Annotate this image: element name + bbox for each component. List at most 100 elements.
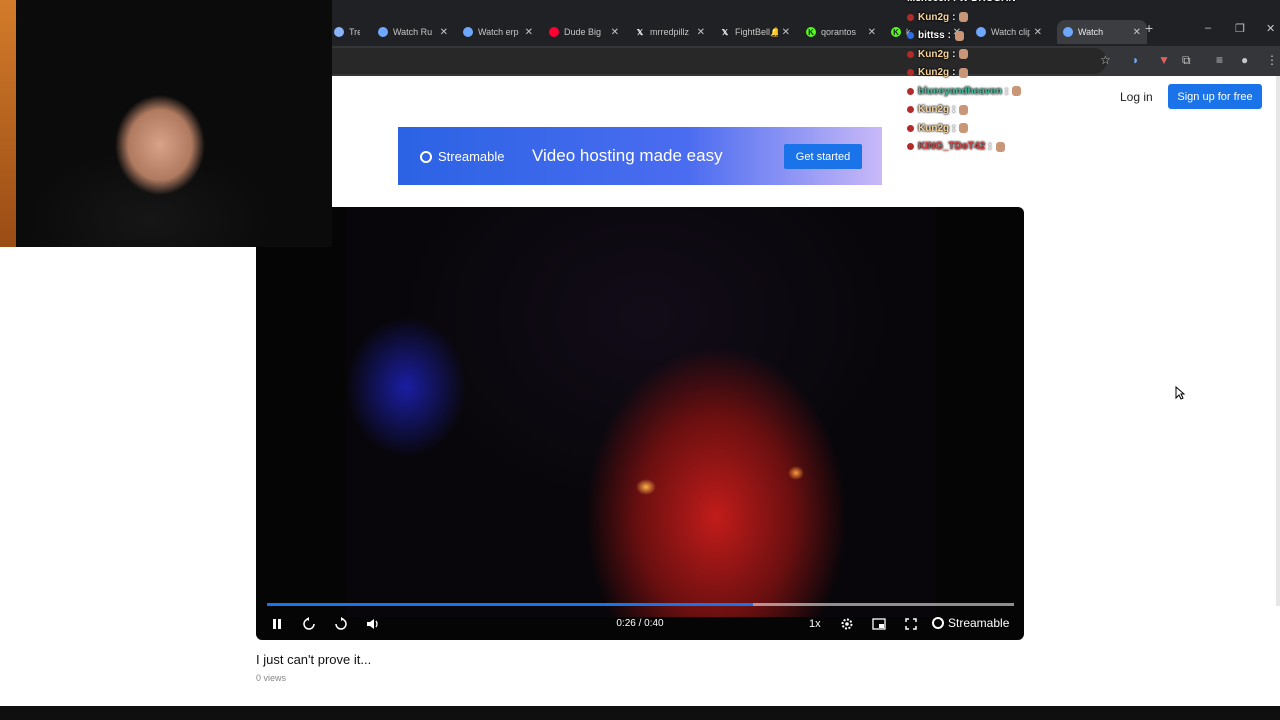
restore-button[interactable]: ❐	[1235, 22, 1245, 35]
close-tab-icon[interactable]: ✕	[1133, 27, 1141, 38]
close-window-button[interactable]: ✕	[1266, 22, 1275, 35]
browser-tab-label: FightBell🔔	[735, 26, 778, 37]
video-title: I just can't prove it...	[256, 652, 372, 667]
kick-tab-icon: K	[806, 27, 816, 37]
settings-button[interactable]	[839, 617, 855, 631]
rewind-button[interactable]	[301, 617, 317, 631]
bookmark-star-icon[interactable]: ☆	[1100, 53, 1111, 67]
chat-badge-icon	[907, 87, 914, 95]
chat-username: Kun2g	[918, 67, 950, 78]
browser-tab[interactable]: Dude Big ✕	[549, 20, 619, 44]
video-player[interactable]: 0:26 / 0:40 1x Streamable	[256, 207, 1024, 640]
mouse-cursor-icon	[1175, 386, 1185, 400]
browser-tab[interactable]: 𝕏 FightBell🔔 ✕	[720, 20, 790, 44]
extensions-puzzle-icon[interactable]: ⧉	[1182, 53, 1191, 68]
browser-tab-label: Watch Ru	[393, 27, 433, 37]
streamable-tab-icon	[1063, 27, 1073, 37]
chat-text: :	[952, 67, 956, 78]
chat-text: :	[952, 48, 956, 60]
page-scrollbar[interactable]	[1276, 76, 1280, 606]
close-tab-icon[interactable]: ✕	[868, 27, 876, 38]
playback-speed-button[interactable]: 1x	[809, 617, 821, 631]
signup-button[interactable]: Sign up for free	[1168, 84, 1262, 109]
chat-username: bittss	[918, 30, 945, 41]
progress-bar[interactable]	[267, 603, 1014, 606]
get-started-button[interactable]: Get started	[784, 144, 862, 169]
chat-message: bittss:	[907, 30, 965, 41]
youtube-tab-icon	[549, 27, 559, 37]
forward-button[interactable]	[333, 617, 349, 631]
chat-badge-icon	[907, 124, 914, 132]
chat-text: :	[947, 30, 952, 41]
close-tab-icon[interactable]: ✕	[611, 27, 619, 38]
extension-icon[interactable]: ◗	[1132, 53, 1139, 67]
pip-button[interactable]	[871, 617, 887, 631]
fullscreen-button[interactable]	[903, 617, 919, 631]
chat-badge-icon	[907, 32, 914, 39]
chat-badge-icon	[907, 143, 914, 150]
chat-emote-icon	[959, 67, 969, 78]
kick-tab-icon: K	[891, 27, 901, 37]
player-brand-label: Streamable	[948, 616, 1010, 630]
streamable-logo: Streamable	[420, 149, 504, 164]
overlay-white-panel	[5, 247, 256, 720]
chat-username: lilsheech	[907, 0, 950, 4]
chat-username: Kun2g	[918, 11, 950, 23]
video-frame[interactable]	[346, 207, 936, 617]
close-tab-icon[interactable]: ✕	[782, 27, 790, 38]
browser-tab-label: Dude Big	[564, 27, 602, 37]
chat-message: Kun2g:	[907, 67, 969, 78]
browser-tab-label: Watch erp	[478, 27, 519, 37]
browser-tab[interactable]: Watch Ru ✕	[378, 20, 448, 44]
chat-text: :	[952, 122, 956, 134]
chat-message: Kun2g:	[907, 104, 969, 115]
chat-text: :	[952, 104, 956, 115]
browser-tab[interactable]: Trey	[334, 20, 360, 44]
webcam-light-strip	[0, 0, 16, 247]
close-tab-icon[interactable]: ✕	[440, 27, 448, 38]
chat-message: KING_TDoT42:	[907, 141, 1005, 152]
chat-emote-icon	[995, 141, 1005, 152]
chat-emote-icon	[955, 30, 965, 41]
browser-tab-label: mrredpillz	[650, 27, 690, 37]
chat-message: Kun2g:	[907, 48, 969, 60]
chat-username: Kun2g	[918, 48, 950, 60]
chat-username: Kun2g	[918, 104, 950, 115]
webcam-overlay	[0, 0, 332, 247]
media-control-icon[interactable]: ≡	[1216, 53, 1223, 67]
minimize-button[interactable]: –	[1205, 22, 1211, 34]
volume-button[interactable]	[365, 617, 381, 631]
login-link[interactable]: Log in	[1120, 86, 1153, 108]
close-tab-icon[interactable]: ✕	[525, 27, 533, 38]
chat-overlay: lilsheech: W DROGANKun2g:bittss:Kun2g:Ku…	[907, 0, 1057, 160]
gear-icon	[841, 618, 853, 630]
extension-shield-icon[interactable]: ▼	[1158, 53, 1170, 67]
chat-emote-icon	[959, 49, 969, 59]
chat-badge-icon	[907, 69, 914, 76]
browser-tab-label: Watch	[1078, 27, 1104, 37]
chat-badge-icon	[907, 106, 914, 113]
time-display: 0:26 / 0:40	[616, 618, 664, 629]
chat-text: :	[952, 11, 956, 23]
browser-tab[interactable]: Watch erp ✕	[463, 20, 533, 44]
progress-fill	[267, 603, 753, 606]
browser-menu-icon[interactable]: ⋮	[1266, 53, 1278, 67]
ad-brand-label: Streamable	[438, 149, 505, 164]
ad-banner[interactable]: Streamable Video hosting made easy Get s…	[398, 127, 882, 185]
chat-username: KING_TDoT42	[918, 141, 986, 152]
browser-tab[interactable]: Watch ✕	[1057, 20, 1147, 44]
chat-text: : W DROGAN	[953, 0, 1016, 4]
browser-tab[interactable]: Kqorantos ✕	[806, 20, 876, 44]
forward-icon	[335, 617, 347, 630]
globe-icon	[334, 27, 344, 37]
browser-tab[interactable]: 𝕏mrredpillz ✕	[635, 20, 705, 44]
chat-text: :	[1004, 85, 1009, 97]
player-brand[interactable]: Streamable	[932, 615, 1009, 631]
close-tab-icon[interactable]: ✕	[697, 27, 705, 38]
chat-text: :	[988, 141, 992, 152]
streamable-tab-icon	[463, 27, 473, 37]
new-tab-button[interactable]: +	[1145, 20, 1153, 36]
pause-button[interactable]	[269, 617, 285, 631]
profile-avatar-icon[interactable]: ●	[1241, 53, 1248, 67]
streamable-logo-icon	[932, 617, 944, 629]
